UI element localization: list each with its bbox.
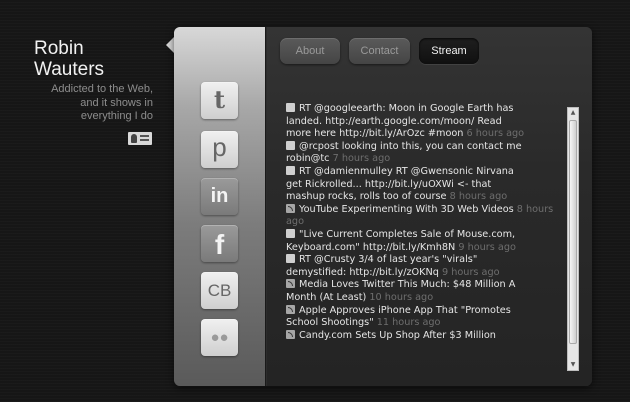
stream-item-text: YouTube Experimenting With 3D Web Videos [299,203,517,215]
crunchbase-icon[interactable]: CB [201,272,238,309]
twitter-bird-icon [286,228,295,238]
profile-first-name: Robin [34,38,84,59]
stream-item-time: 11 hours ago [376,317,441,329]
stream-item-text: RT @Crusty 3/4 of last year's "virals" [299,254,478,266]
stream-item[interactable]: RT @damienmulley RT @Gwensonic Nirvana ge… [286,165,565,204]
stream-item-text: School Shootings" [286,317,377,329]
stream-feed[interactable]: RT @googleearth: Moon in Google Earth ha… [286,103,565,369]
stream-item-text: RT @googleearth: Moon in Google Earth ha… [299,103,514,114]
twitter-bird-icon [286,254,295,264]
scroll-thumb[interactable] [569,120,577,344]
stream-item-text: @rcpost looking into this, you can conta… [299,140,522,152]
profile-name: Robin Wauters [34,38,154,80]
stream-item[interactable]: RT @Crusty 3/4 of last year's "virals" de… [286,254,565,279]
profile-block: Robin Wauters Addicted to the Web, and i… [34,38,154,122]
stream-item-text: get Rickrolled... http://bit.ly/uOXWi <-… [286,178,492,190]
twitter-icon[interactable]: t [201,82,238,119]
flickr-icon[interactable]: ●● [201,319,238,356]
stream-item[interactable]: Media Loves Twitter This Much: $48 Milli… [286,279,565,304]
stream-item-time: 10 hours ago [369,291,434,303]
twitter-bird-icon [286,103,295,112]
stream-item[interactable]: "Live Current Completes Sale of Mouse.co… [286,228,565,254]
tagline-line: and it shows in [80,96,153,109]
twitter-bird-icon [286,140,295,150]
stream-item-text: Media Loves Twitter This Much: $48 Milli… [299,279,516,291]
content-panel: t p in f CB ●● About Contact Stream RT @… [174,27,592,386]
stream-item-text: Candy.com Sets Up Shop After $3 Million [299,329,496,341]
scroll-down-icon[interactable]: ▼ [569,361,577,369]
stream-item[interactable]: @rcpost looking into this, you can conta… [286,140,565,166]
stream-item-text: Apple Approves iPhone App That "Promotes [299,304,511,316]
scroll-up-icon[interactable]: ▲ [569,109,577,117]
vcard-icon[interactable] [128,132,152,145]
stream-item-text: demystified: http://bit.ly/zOKNq [286,266,442,278]
twitter-bird-icon [286,165,295,175]
stream-item-text: RT @damienmulley RT @Gwensonic Nirvana [299,165,514,177]
tab-about[interactable]: About [280,38,340,64]
stream-item[interactable]: YouTube Experimenting With 3D Web Videos… [286,203,565,229]
posterous-icon[interactable]: p [201,131,238,168]
rss-icon [286,329,295,339]
stream-scrollbar[interactable]: ▲ ▼ [567,107,579,371]
tab-stream[interactable]: Stream [419,38,479,64]
stream-item-text: Month (At Least) [286,291,370,303]
stream-item[interactable]: Apple Approves iPhone App That "Promotes… [286,304,565,330]
rss-icon [286,304,295,314]
tagline-line: everything I do [80,110,153,122]
stream-item-time: 9 hours ago [442,266,500,278]
stream-item-text: more here http://bit.ly/ArOzc #moon [286,128,467,140]
main-area: About Contact Stream RT @googleearth: Mo… [267,27,592,386]
profile-last-name: Wauters [34,59,105,80]
stream-item-text: robin@tc [286,153,333,165]
stream-item-text: landed. http://earth.google.com/moon/ Re… [286,115,502,127]
social-sidebar: t p in f CB ●● [174,27,266,386]
stream-item[interactable]: Candy.com Sets Up Shop After $3 Million [286,329,565,343]
profile-tagline: Addicted to the Web, and it shows in eve… [32,83,153,124]
linkedin-icon[interactable]: in [201,178,238,215]
rss-icon [286,203,295,213]
tab-contact[interactable]: Contact [349,38,410,64]
stream-item[interactable]: RT @googleearth: Moon in Google Earth ha… [286,103,565,141]
facebook-icon[interactable]: f [201,225,238,262]
stream-item-text: Keyboard.com" http://bit.ly/Kmh8N [286,241,459,253]
stream-item-time: 6 hours ago [466,128,525,140]
stream-item-time: 8 hours ago [449,191,508,203]
stream-item-time: 7 hours ago [332,153,391,165]
stream-item-text: "Live Current Completes Sale of Mouse.co… [299,228,516,240]
stream-item-time: 9 hours ago [458,241,516,253]
tagline-line: Addicted to the Web, [51,83,153,95]
rss-icon [286,279,295,289]
stream-item-text: mashup rocks, rolls too of course [286,191,450,203]
